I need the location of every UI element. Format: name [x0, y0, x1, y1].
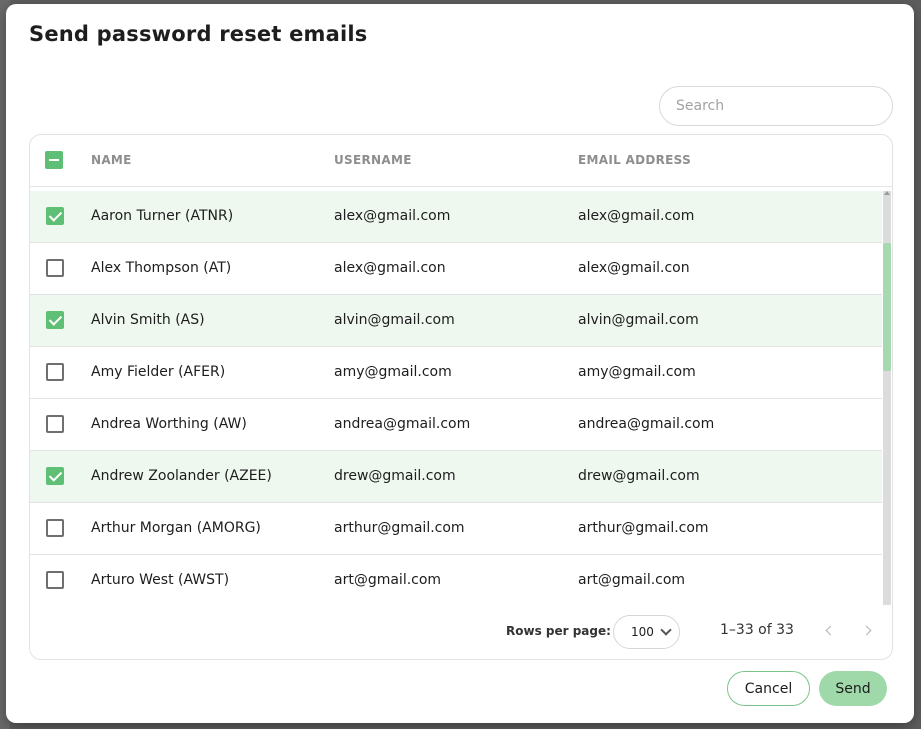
user-name: Amy Fielder (AFER): [91, 364, 226, 380]
search-input[interactable]: [659, 86, 893, 126]
scroll-up-arrow-icon[interactable]: [884, 191, 890, 195]
column-header-name[interactable]: NAME: [91, 153, 132, 167]
user-name: Arthur Morgan (AMORG): [91, 520, 261, 536]
user-username: amy@gmail.com: [334, 364, 452, 380]
row-checkbox[interactable]: [46, 571, 64, 589]
scrollbar-thumb[interactable]: [883, 243, 891, 371]
user-name: Alvin Smith (AS): [91, 312, 205, 328]
user-email: drew@gmail.com: [578, 468, 700, 484]
rows-per-page-label: Rows per page:: [506, 624, 611, 638]
chevron-right-icon: [861, 625, 872, 636]
table-row[interactable]: Aaron Turner (ATNR) alex@gmail.com alex@gm…: [30, 191, 882, 243]
table-row[interactable]: Andrea Worthing (AW) andrea@gmail.com andr…: [30, 399, 882, 451]
table-row[interactable]: Andrew Zoolander (AZEE) drew@gmail.com dre…: [30, 451, 882, 503]
table-row[interactable]: Arturo West (AWST) art@gmail.com art@gmail…: [30, 555, 882, 605]
table-body: Aaron Turner (ATNR) alex@gmail.com alex@gm…: [30, 191, 882, 605]
table-header: NAME USERNAME EMAIL ADDRESS: [30, 135, 892, 187]
row-checkbox[interactable]: [46, 207, 64, 225]
user-email: andrea@gmail.com: [578, 416, 715, 432]
user-username: art@gmail.com: [334, 572, 442, 588]
user-name: Alex Thompson (AT): [91, 260, 232, 276]
column-header-email[interactable]: EMAIL ADDRESS: [578, 153, 691, 167]
user-username: alvin@gmail.com: [334, 312, 455, 328]
password-reset-dialog: Send password reset emails NAME USERNAME…: [6, 4, 914, 723]
previous-page-button[interactable]: [818, 620, 840, 642]
user-username: alex@gmail.com: [334, 208, 451, 224]
user-email: alex@gmail.com: [578, 208, 695, 224]
rows-per-page-value: 100: [631, 625, 654, 639]
table-scrollbar[interactable]: [883, 191, 891, 605]
user-name: Andrew Zoolander (AZEE): [91, 468, 272, 484]
cancel-button[interactable]: Cancel: [727, 671, 810, 706]
table-row[interactable]: Amy Fielder (AFER) amy@gmail.com amy@gmail…: [30, 347, 882, 399]
user-username: alex@gmail.con: [334, 260, 446, 276]
user-email: art@gmail.com: [578, 572, 686, 588]
chevron-down-icon: [660, 624, 672, 636]
row-checkbox[interactable]: [46, 259, 64, 277]
row-checkbox[interactable]: [46, 311, 64, 329]
row-checkbox[interactable]: [46, 363, 64, 381]
row-checkbox[interactable]: [46, 415, 64, 433]
dialog-title: Send password reset emails: [29, 22, 368, 46]
user-email: arthur@gmail.com: [578, 520, 709, 536]
user-username: drew@gmail.com: [334, 468, 456, 484]
column-header-username[interactable]: USERNAME: [334, 153, 412, 167]
table-row[interactable]: Alvin Smith (AS) alvin@gmail.com alvin@gma…: [30, 295, 882, 347]
send-button[interactable]: Send: [819, 671, 887, 706]
select-all-checkbox[interactable]: [45, 151, 63, 169]
user-email: alex@gmail.con: [578, 260, 690, 276]
user-name: Andrea Worthing (AW): [91, 416, 247, 432]
pagination-range: 1–33 of 33: [720, 622, 794, 638]
table-row[interactable]: Arthur Morgan (AMORG) arthur@gmail.com art…: [30, 503, 882, 555]
user-email: alvin@gmail.com: [578, 312, 699, 328]
chevron-left-icon: [825, 625, 836, 636]
user-username: andrea@gmail.com: [334, 416, 471, 432]
user-username: arthur@gmail.com: [334, 520, 465, 536]
table-row[interactable]: Alex Thompson (AT) alex@gmail.con alex@gma…: [30, 243, 882, 295]
row-checkbox[interactable]: [46, 519, 64, 537]
rows-per-page-select[interactable]: 100: [613, 615, 680, 649]
user-name: Arturo West (AWST): [91, 572, 230, 588]
users-table: NAME USERNAME EMAIL ADDRESS Aaron Turner…: [29, 134, 893, 660]
user-email: amy@gmail.com: [578, 364, 696, 380]
row-checkbox[interactable]: [46, 467, 64, 485]
next-page-button[interactable]: [858, 620, 880, 642]
user-name: Aaron Turner (ATNR): [91, 208, 234, 224]
